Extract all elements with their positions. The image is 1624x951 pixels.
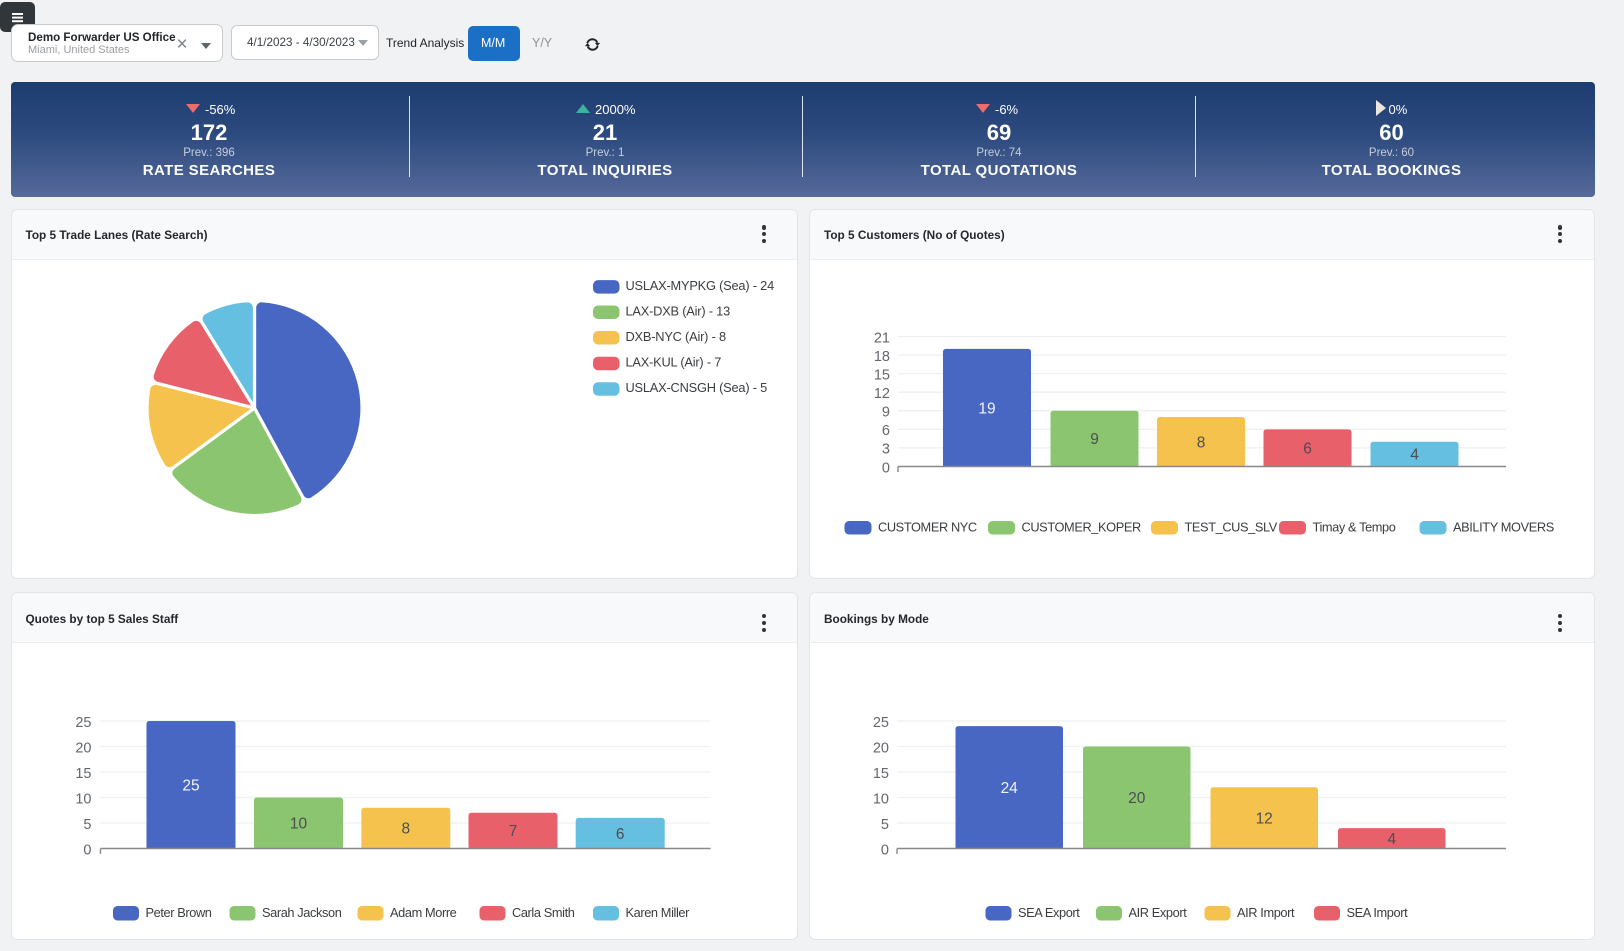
svg-text:20: 20 bbox=[75, 740, 91, 756]
svg-text:LAX-KUL (Air) - 7: LAX-KUL (Air) - 7 bbox=[625, 354, 721, 369]
svg-text:Timay & Tempo: Timay & Tempo bbox=[1313, 519, 1396, 534]
svg-text:0: 0 bbox=[83, 842, 91, 858]
svg-text:18: 18 bbox=[874, 348, 890, 364]
svg-text:TEST_CUS_SLV: TEST_CUS_SLV bbox=[1185, 519, 1278, 534]
svg-text:SEA Import: SEA Import bbox=[1347, 905, 1409, 920]
svg-text:4: 4 bbox=[1410, 446, 1419, 463]
svg-text:AIR Export: AIR Export bbox=[1129, 905, 1188, 920]
svg-text:10: 10 bbox=[75, 791, 91, 807]
svg-text:DXB-NYC (Air) - 8: DXB-NYC (Air) - 8 bbox=[625, 328, 725, 343]
svg-text:19: 19 bbox=[978, 400, 995, 417]
svg-text:25: 25 bbox=[182, 777, 199, 794]
svg-text:0: 0 bbox=[881, 842, 889, 858]
svg-text:0: 0 bbox=[882, 460, 890, 476]
svg-text:6: 6 bbox=[1303, 440, 1312, 457]
svg-text:AIR Import: AIR Import bbox=[1237, 905, 1295, 920]
svg-text:12: 12 bbox=[874, 386, 890, 402]
svg-text:20: 20 bbox=[873, 740, 889, 756]
svg-text:25: 25 bbox=[75, 715, 91, 731]
svg-text:10: 10 bbox=[873, 791, 889, 807]
svg-text:CUSTOMER_KOPER: CUSTOMER_KOPER bbox=[1022, 519, 1141, 534]
svg-text:12: 12 bbox=[1256, 811, 1273, 828]
svg-text:USLAX-MYPKG (Sea) - 24: USLAX-MYPKG (Sea) - 24 bbox=[625, 278, 774, 293]
svg-text:8: 8 bbox=[1197, 434, 1206, 451]
svg-text:8: 8 bbox=[401, 821, 410, 838]
svg-text:5: 5 bbox=[881, 817, 889, 833]
svg-text:Adam Morre: Adam Morre bbox=[390, 905, 457, 920]
svg-text:Peter Brown: Peter Brown bbox=[145, 905, 211, 920]
svg-text:15: 15 bbox=[873, 766, 889, 782]
svg-text:SEA Export: SEA Export bbox=[1018, 905, 1080, 920]
svg-text:6: 6 bbox=[615, 826, 624, 843]
svg-text:LAX-DXB (Air) - 13: LAX-DXB (Air) - 13 bbox=[625, 303, 730, 318]
svg-text:21: 21 bbox=[874, 330, 890, 346]
svg-text:Sarah Jackson: Sarah Jackson bbox=[262, 905, 342, 920]
svg-text:15: 15 bbox=[874, 367, 890, 383]
svg-text:7: 7 bbox=[508, 823, 517, 840]
svg-text:24: 24 bbox=[1001, 780, 1019, 797]
svg-text:10: 10 bbox=[289, 816, 307, 833]
svg-text:15: 15 bbox=[75, 766, 91, 782]
svg-text:5: 5 bbox=[83, 817, 91, 833]
svg-text:6: 6 bbox=[882, 423, 890, 439]
svg-text:3: 3 bbox=[882, 441, 890, 457]
svg-text:25: 25 bbox=[873, 715, 889, 731]
svg-text:20: 20 bbox=[1128, 790, 1146, 807]
svg-text:9: 9 bbox=[1090, 431, 1099, 448]
svg-text:4: 4 bbox=[1387, 831, 1396, 848]
svg-text:CUSTOMER NYC: CUSTOMER NYC bbox=[878, 519, 977, 534]
svg-text:Karen Miller: Karen Miller bbox=[625, 905, 690, 920]
svg-text:USLAX-CNSGH (Sea) - 5: USLAX-CNSGH (Sea) - 5 bbox=[625, 380, 767, 395]
svg-text:ABILITY MOVERS: ABILITY MOVERS bbox=[1453, 519, 1554, 534]
svg-text:Carla Smith: Carla Smith bbox=[512, 905, 575, 920]
svg-text:9: 9 bbox=[882, 404, 890, 420]
